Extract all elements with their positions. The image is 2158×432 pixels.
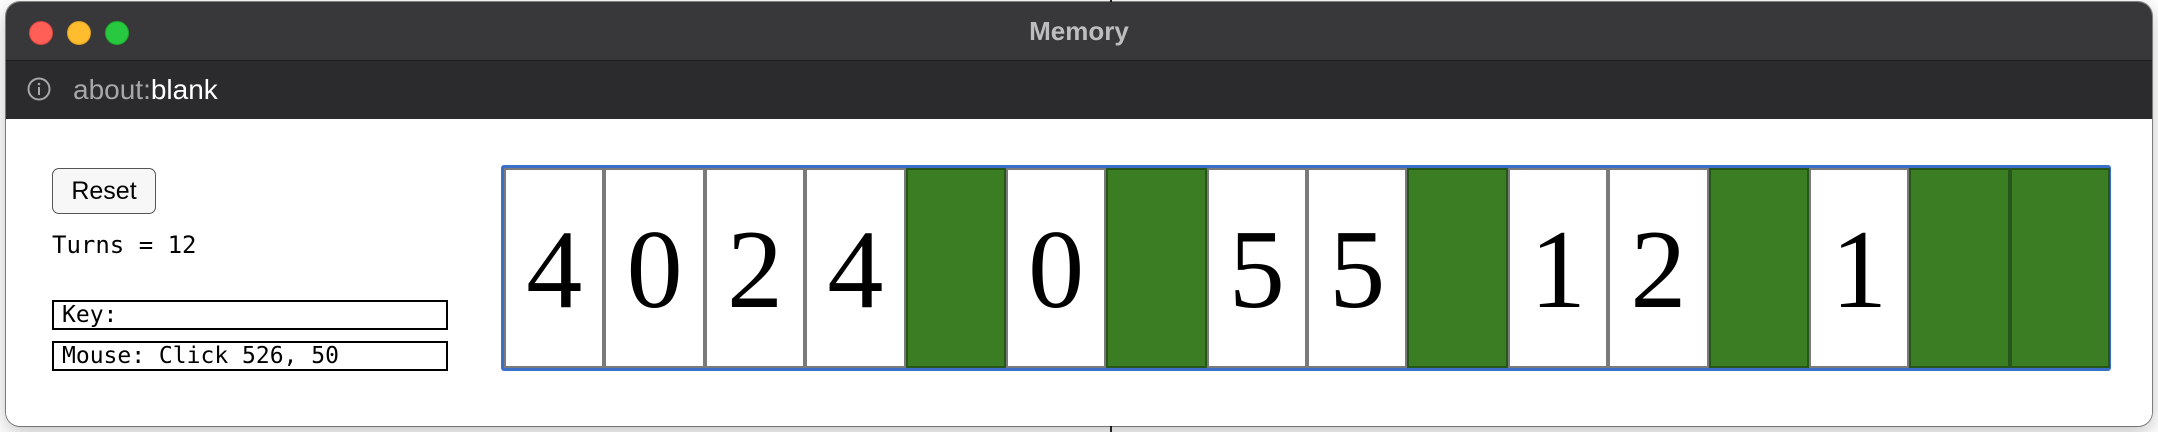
key-readout: Key: <box>52 300 448 330</box>
card-hidden[interactable] <box>2009 168 2110 368</box>
url-text[interactable]: about:blank <box>73 61 218 119</box>
card-revealed[interactable]: 2 <box>1608 168 1709 368</box>
url-scheme: about: <box>73 74 151 105</box>
card-hidden[interactable] <box>1407 168 1508 368</box>
memory-board: 4024055121 <box>501 165 2111 371</box>
browser-window: Memory about:blank Reset Turns = 12 Key:… <box>6 2 2152 426</box>
address-bar[interactable]: about:blank <box>6 61 2152 119</box>
url-path: blank <box>150 74 218 105</box>
card-revealed[interactable]: 1 <box>1808 168 1910 368</box>
page-content: Reset Turns = 12 Key: Mouse: Click 526, … <box>6 119 2152 426</box>
reset-button[interactable]: Reset <box>52 168 156 214</box>
mouse-readout: Mouse: Click 526, 50 <box>52 341 448 371</box>
card-revealed[interactable]: 4 <box>805 168 906 368</box>
card-revealed[interactable]: 4 <box>504 168 605 368</box>
card-revealed[interactable]: 5 <box>1206 168 1307 368</box>
card-revealed[interactable]: 0 <box>1005 168 1107 368</box>
card-revealed[interactable]: 0 <box>604 168 705 368</box>
card-revealed[interactable]: 2 <box>704 168 806 368</box>
card-hidden[interactable] <box>905 168 1006 368</box>
title-bar: Memory <box>6 2 2152 61</box>
info-icon[interactable] <box>27 77 51 101</box>
card-hidden[interactable] <box>1909 168 2010 368</box>
turns-counter: Turns = 12 <box>52 231 197 259</box>
card-revealed[interactable]: 5 <box>1307 168 1408 368</box>
card-hidden[interactable] <box>1708 168 1809 368</box>
window-title: Memory <box>1029 16 1129 46</box>
card-hidden[interactable] <box>1106 168 1207 368</box>
card-revealed[interactable]: 1 <box>1507 168 1609 368</box>
